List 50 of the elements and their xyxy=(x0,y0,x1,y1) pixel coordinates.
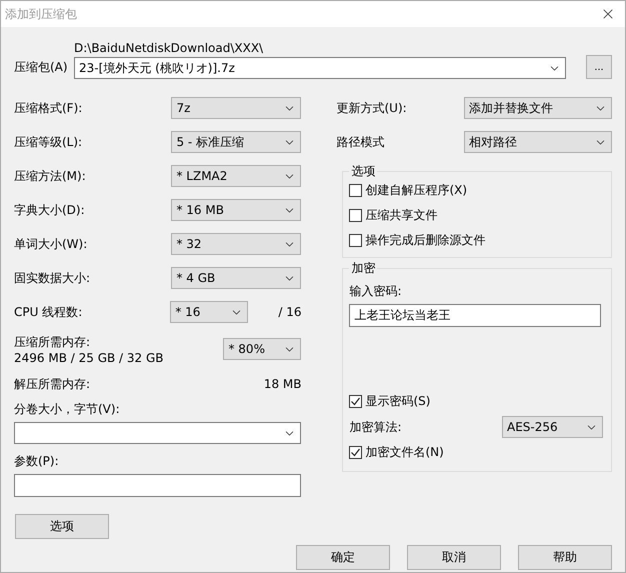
field-label: 加密算法: xyxy=(349,418,402,436)
volume-size-combo[interactable] xyxy=(14,422,301,444)
field-label: 更新方式(U): xyxy=(336,100,407,116)
checkmark-icon xyxy=(350,396,362,407)
checkbox[interactable]: 压缩共享文件 xyxy=(349,207,603,224)
dialog-button[interactable]: 确定 xyxy=(296,545,390,570)
checkmark-icon xyxy=(350,447,362,458)
dropdown[interactable]: * LZMA2 xyxy=(171,165,302,187)
parameters-field[interactable] xyxy=(14,474,301,497)
thread-total: / 16 xyxy=(278,305,302,319)
field-label: 解压所需内存: xyxy=(14,376,90,392)
archive-path: D:\BaiduNetdiskDownload\XXX\ xyxy=(74,41,264,55)
dropdown[interactable]: 7z xyxy=(171,97,302,119)
dropdown[interactable]: 添加并替换文件 xyxy=(464,97,612,119)
dialog-button[interactable]: 帮助 xyxy=(518,545,612,570)
options-button[interactable]: 选项 xyxy=(15,514,109,539)
checkbox[interactable]: 显示密码(S) xyxy=(349,393,603,410)
window-title: 添加到压缩包 xyxy=(5,6,77,22)
field-label: 压缩方法(M): xyxy=(14,168,86,184)
field-label: 参数(P): xyxy=(14,453,60,470)
dropdown[interactable]: AES-256 xyxy=(502,416,603,438)
archive-name-combo[interactable]: 23-[境外天元 (桃吹リオ)].7z xyxy=(74,57,566,79)
group-title: 选项 xyxy=(350,163,376,180)
field-label: CPU 线程数: xyxy=(14,304,82,320)
dropdown[interactable]: 5 - 标准压缩 xyxy=(171,131,302,153)
dialog-button[interactable]: 取消 xyxy=(407,545,501,570)
memory-usage: 2496 MB / 25 GB / 32 GB xyxy=(14,350,164,364)
field-label: 输入密码: xyxy=(349,283,403,300)
field-label: 固实数据大小: xyxy=(14,270,90,286)
field-label: 路径模式 xyxy=(336,134,384,150)
field-label: 分卷大小，字节(V): xyxy=(14,401,121,418)
checkbox[interactable]: 操作完成后删除源文件 xyxy=(349,232,603,249)
checkbox[interactable]: 创建自解压程序(X) xyxy=(349,182,603,199)
dropdown[interactable]: * 16 MB xyxy=(171,199,302,221)
field-label: 压缩包(A) xyxy=(14,58,66,76)
dropdown[interactable]: 相对路径 xyxy=(464,131,612,153)
field-label: 单词大小(W): xyxy=(14,236,88,252)
dropdown[interactable]: * 80% xyxy=(223,338,302,360)
field-label: 压缩等级(L): xyxy=(14,134,82,150)
dropdown[interactable]: * 32 xyxy=(171,233,302,255)
browse-button[interactable]: ... xyxy=(586,55,612,79)
field-label: 字典大小(D): xyxy=(14,202,85,218)
dropdown[interactable]: * 4 GB xyxy=(171,267,302,289)
dropdown[interactable]: * 16 xyxy=(170,301,248,323)
field-label: 压缩所需内存: xyxy=(14,334,92,350)
memory-value: 18 MB xyxy=(264,377,302,391)
group-title: 加密 xyxy=(350,260,376,277)
checkbox[interactable]: 加密文件名(N) xyxy=(349,444,603,461)
field-label: 压缩格式(F): xyxy=(14,100,82,116)
password-field[interactable]: 上老王论坛当老王 xyxy=(349,304,602,327)
